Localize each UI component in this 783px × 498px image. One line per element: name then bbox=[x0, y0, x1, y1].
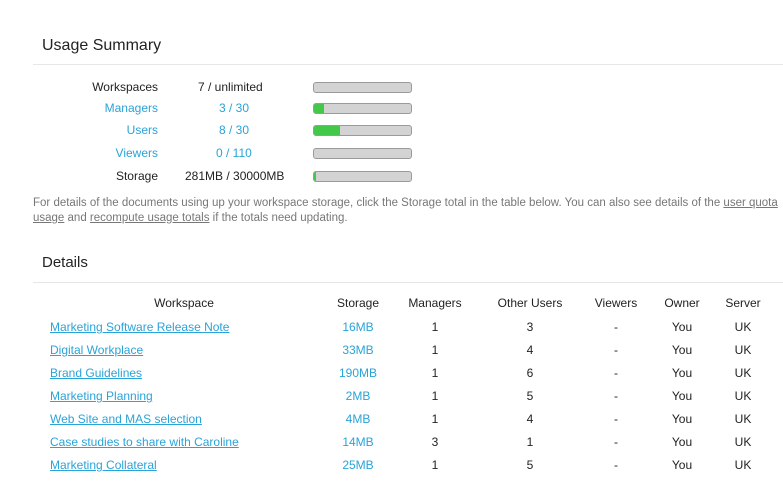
usage-label: Workspaces bbox=[92, 80, 158, 94]
owner-cell: You bbox=[671, 412, 693, 426]
usage-label[interactable]: Users bbox=[127, 123, 158, 137]
viewers-count: - bbox=[614, 412, 618, 426]
other-users-count: 4 bbox=[526, 412, 534, 426]
usage-summary-divider bbox=[33, 64, 783, 65]
managers-count: 1 bbox=[431, 458, 439, 472]
viewers-count: - bbox=[614, 435, 618, 449]
other-users-count: 3 bbox=[526, 320, 534, 334]
storage-link[interactable]: 25MB bbox=[328, 458, 388, 472]
usage-row: Viewers 0 / 110 bbox=[0, 146, 783, 164]
usage-progress-bar bbox=[313, 171, 412, 182]
owner-cell: You bbox=[671, 320, 693, 334]
server-cell: UK bbox=[734, 366, 752, 380]
managers-count: 1 bbox=[431, 412, 439, 426]
workspace-link[interactable]: Marketing Software Release Note bbox=[50, 320, 229, 334]
viewers-count: - bbox=[614, 343, 618, 357]
workspace-link[interactable]: Case studies to share with Caroline bbox=[50, 435, 239, 449]
managers-count: 1 bbox=[431, 389, 439, 403]
usage-label: Storage bbox=[115, 169, 158, 183]
owner-cell: You bbox=[671, 458, 693, 472]
server-cell: UK bbox=[734, 458, 752, 472]
usage-progress-bar bbox=[313, 148, 412, 159]
storage-link[interactable]: 2MB bbox=[328, 389, 388, 403]
column-header-owner[interactable]: Owner bbox=[660, 296, 704, 310]
usage-summary-title: Usage Summary bbox=[42, 37, 162, 54]
usage-row: Managers 3 / 30 bbox=[0, 101, 783, 119]
other-users-count: 6 bbox=[526, 366, 534, 380]
table-row: Case studies to share with Caroline 14MB 3… bbox=[0, 435, 783, 453]
storage-link[interactable]: 16MB bbox=[328, 320, 388, 334]
table-row: Marketing Software Release Note 16MB 1 3 - Yo… bbox=[0, 320, 783, 338]
details-title: Details bbox=[42, 254, 88, 271]
usage-progress-fill bbox=[314, 172, 316, 181]
usage-progress-bar bbox=[313, 103, 412, 114]
column-header-viewers[interactable]: Viewers bbox=[588, 296, 644, 310]
server-cell: UK bbox=[734, 389, 752, 403]
column-header-other-users[interactable]: Other Users bbox=[494, 296, 566, 310]
workspace-link[interactable]: Marketing Collateral bbox=[50, 458, 157, 472]
usage-note: For details of the documents using up yo… bbox=[33, 196, 778, 226]
viewers-count: - bbox=[614, 458, 618, 472]
usage-row: Workspaces 7 / unlimited bbox=[0, 80, 783, 98]
usage-progress-fill bbox=[314, 104, 324, 113]
usage-note-text-2: and bbox=[64, 212, 90, 224]
usage-value: 7 / unlimited bbox=[198, 80, 263, 94]
owner-cell: You bbox=[671, 389, 693, 403]
server-cell: UK bbox=[734, 412, 752, 426]
workspace-link[interactable]: Brand Guidelines bbox=[50, 366, 142, 380]
usage-progress-bar bbox=[313, 125, 412, 136]
table-row: Web Site and MAS selection 4MB 1 4 - You UK bbox=[0, 412, 783, 430]
details-table-header: Workspace Storage Managers Other Users V… bbox=[0, 296, 783, 314]
column-header-server[interactable]: Server bbox=[720, 296, 766, 310]
workspace-link[interactable]: Digital Workplace bbox=[50, 343, 143, 357]
storage-link[interactable]: 14MB bbox=[328, 435, 388, 449]
managers-count: 1 bbox=[431, 366, 439, 380]
table-row: Marketing Planning 2MB 1 5 - You UK bbox=[0, 389, 783, 407]
usage-label[interactable]: Viewers bbox=[116, 146, 158, 160]
table-row: Digital Workplace 33MB 1 4 - You UK bbox=[0, 343, 783, 361]
recompute-usage-totals-link[interactable]: recompute usage totals bbox=[90, 212, 210, 224]
usage-progress-fill bbox=[314, 126, 341, 135]
usage-label[interactable]: Managers bbox=[105, 101, 158, 115]
viewers-count: - bbox=[614, 320, 618, 334]
managers-count: 3 bbox=[431, 435, 439, 449]
viewers-count: - bbox=[614, 366, 618, 380]
column-header-managers[interactable]: Managers bbox=[404, 296, 466, 310]
server-cell: UK bbox=[734, 435, 752, 449]
workspace-link[interactable]: Web Site and MAS selection bbox=[50, 412, 202, 426]
storage-link[interactable]: 33MB bbox=[328, 343, 388, 357]
workspace-link[interactable]: Marketing Planning bbox=[50, 389, 153, 403]
owner-cell: You bbox=[671, 435, 693, 449]
other-users-count: 5 bbox=[526, 458, 534, 472]
other-users-count: 1 bbox=[526, 435, 534, 449]
usage-row: Storage 281MB / 30000MB bbox=[0, 169, 783, 187]
storage-link[interactable]: 190MB bbox=[328, 366, 388, 380]
managers-count: 1 bbox=[431, 343, 439, 357]
table-row: Brand Guidelines 190MB 1 6 - You UK bbox=[0, 366, 783, 384]
server-cell: UK bbox=[734, 320, 752, 334]
details-divider bbox=[33, 282, 783, 283]
other-users-count: 4 bbox=[526, 343, 534, 357]
column-header-workspace[interactable]: Workspace bbox=[50, 296, 318, 310]
usage-note-text-3: if the totals need updating. bbox=[209, 212, 348, 224]
other-users-count: 5 bbox=[526, 389, 534, 403]
storage-link[interactable]: 4MB bbox=[328, 412, 388, 426]
managers-count: 1 bbox=[431, 320, 439, 334]
usage-value: 281MB / 30000MB bbox=[185, 169, 285, 183]
usage-row: Users 8 / 30 bbox=[0, 123, 783, 141]
owner-cell: You bbox=[671, 366, 693, 380]
usage-progress-bar bbox=[313, 82, 412, 93]
viewers-count: - bbox=[614, 389, 618, 403]
server-cell: UK bbox=[734, 343, 752, 357]
table-row: Marketing Collateral 25MB 1 5 - You UK bbox=[0, 458, 783, 476]
usage-note-text-1: For details of the documents using up yo… bbox=[33, 197, 724, 209]
column-header-storage[interactable]: Storage bbox=[328, 296, 388, 310]
owner-cell: You bbox=[671, 343, 693, 357]
